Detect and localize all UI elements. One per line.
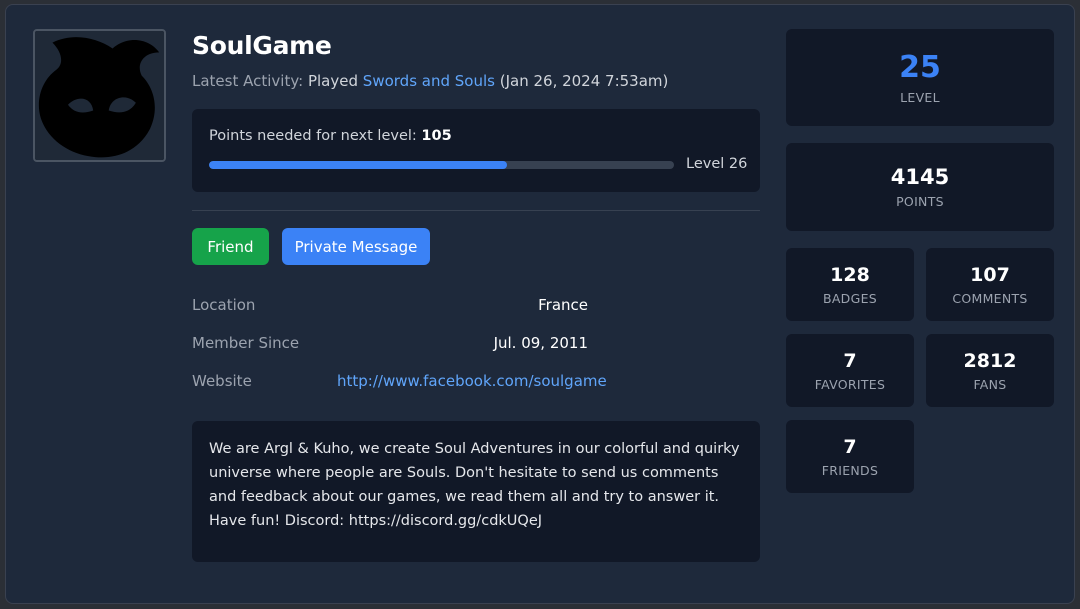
points-needed-value: 105 — [421, 128, 452, 144]
stat-fans-label: FANS — [973, 376, 1007, 392]
activity-prefix: Latest Activity: — [192, 72, 304, 90]
next-level-label: Level 26 — [686, 156, 748, 172]
private-message-button[interactable]: Private Message — [282, 228, 430, 265]
activity-game-link[interactable]: Swords and Souls — [363, 72, 495, 90]
activity-time: (Jan 26, 2024 7:53am) — [499, 72, 669, 90]
stat-badges[interactable]: 128 BADGES — [786, 248, 914, 321]
latest-activity: Latest Activity: Played Swords and Souls… — [192, 72, 668, 90]
stat-comments-label: COMMENTS — [952, 290, 1028, 306]
bio-text: We are Argl & Kuho, we create Soul Adven… — [209, 441, 740, 529]
progress-bar — [209, 161, 674, 169]
stat-level-value: 25 — [899, 50, 941, 85]
location-value: France — [538, 296, 588, 314]
stat-badges-label: BADGES — [822, 290, 878, 306]
bio-card: We are Argl & Kuho, we create Soul Adven… — [192, 421, 760, 562]
flame-mask-icon — [35, 31, 164, 160]
stat-favorites-label: FAVORITES — [814, 376, 886, 392]
stat-points-label: POINTS — [896, 194, 944, 209]
divider — [192, 210, 760, 211]
stat-favorites-value: 7 — [843, 349, 857, 372]
stat-friends[interactable]: 7 FRIENDS — [786, 420, 914, 493]
stat-favorites[interactable]: 7 FAVORITES — [786, 334, 914, 407]
activity-action: Played — [307, 72, 359, 90]
points-needed-label: Points needed for next level: 105 — [209, 128, 452, 144]
website-label: Website — [192, 372, 252, 390]
location-label: Location — [192, 296, 256, 314]
stat-level: 25 LEVEL — [786, 29, 1054, 126]
website-link[interactable]: http://www.facebook.com/soulgame — [337, 372, 607, 390]
stat-friends-value: 7 — [843, 435, 857, 458]
avatar[interactable] — [33, 29, 166, 162]
level-progress-card: Points needed for next level: 105 Level … — [192, 109, 760, 192]
stat-comments-value: 107 — [970, 263, 1010, 286]
stat-level-label: LEVEL — [900, 90, 940, 105]
friend-button[interactable]: Friend — [192, 228, 269, 265]
progress-bar-fill — [209, 161, 507, 169]
member-since-value: Jul. 09, 2011 — [493, 334, 588, 352]
stat-fans[interactable]: 2812 FANS — [926, 334, 1054, 407]
stat-badges-value: 128 — [830, 263, 870, 286]
stat-comments[interactable]: 107 COMMENTS — [926, 248, 1054, 321]
stat-friends-label: FRIENDS — [821, 462, 879, 478]
stat-points-value: 4145 — [890, 165, 950, 189]
member-since-label: Member Since — [192, 334, 300, 352]
stat-points: 4145 POINTS — [786, 143, 1054, 231]
username: SoulGame — [192, 31, 332, 60]
profile-panel: SoulGame Latest Activity: Played Swords … — [5, 4, 1075, 604]
stat-fans-value: 2812 — [963, 349, 1017, 372]
